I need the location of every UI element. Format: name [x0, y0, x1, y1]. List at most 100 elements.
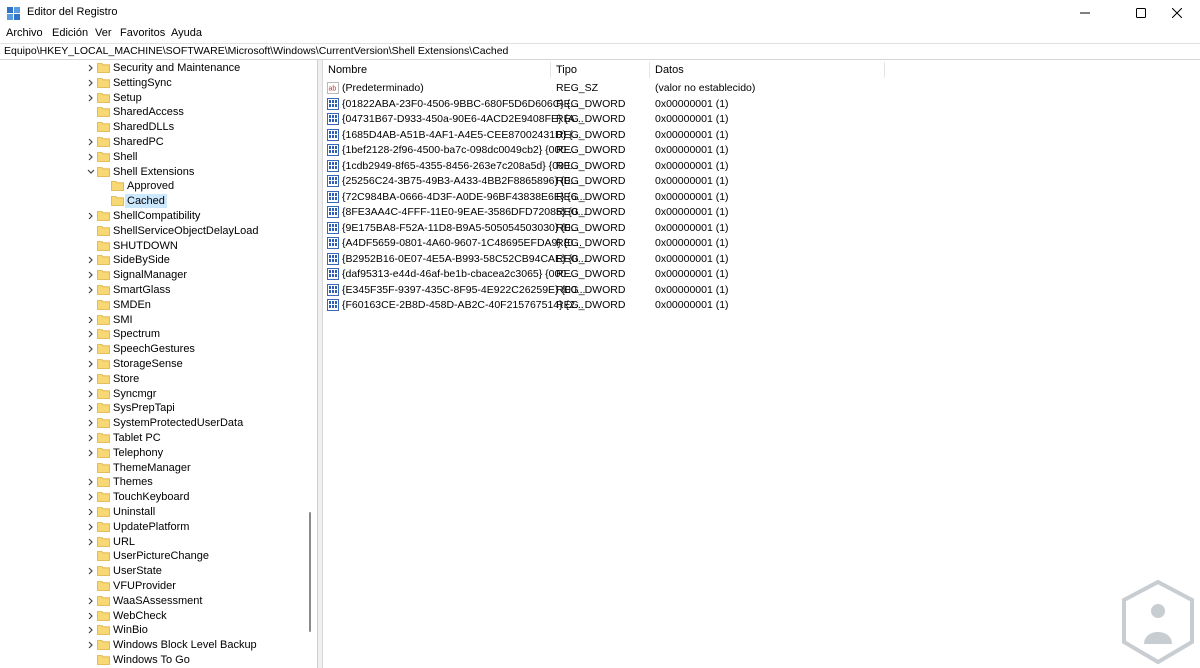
chevron-right-icon[interactable] — [86, 402, 96, 414]
tree-item[interactable]: StorageSense — [0, 357, 305, 371]
tree-item[interactable]: Uninstall — [0, 505, 305, 519]
tree-item[interactable]: URL — [0, 535, 305, 549]
tree-item[interactable]: SharedAccess — [0, 105, 305, 119]
tree-item[interactable]: Approved — [0, 179, 305, 193]
tree-item[interactable]: SystemProtectedUserData — [0, 416, 305, 430]
tree-item[interactable]: UpdatePlatform — [0, 520, 305, 534]
value-row[interactable]: {F60163CE-2B8D-458D-AB2C-40F215767514} {… — [323, 298, 1193, 314]
address-bar[interactable]: Equipo\HKEY_LOCAL_MACHINE\SOFTWARE\Micro… — [0, 43, 1200, 60]
value-row[interactable]: ab (Predeterminado) REG_SZ (valor no establ… — [323, 81, 1193, 97]
chevron-right-icon[interactable] — [86, 62, 96, 74]
chevron-right-icon[interactable] — [86, 328, 96, 340]
tree-item[interactable]: Telephony — [0, 446, 305, 460]
column-header-name[interactable]: Nombre — [323, 60, 550, 80]
tree-item[interactable]: UserState — [0, 564, 305, 578]
chevron-right-icon[interactable] — [86, 77, 96, 89]
value-row[interactable]: {1bef2128-2f96-4500-ba7c-098dc0049cb2} {… — [323, 143, 1193, 159]
tree-item[interactable]: SHUTDOWN — [0, 239, 305, 253]
address-path[interactable]: Equipo\HKEY_LOCAL_MACHINE\SOFTWARE\Micro… — [4, 45, 508, 57]
chevron-right-icon[interactable] — [86, 254, 96, 266]
tree-item[interactable]: SMDEn — [0, 298, 305, 312]
menu-ver[interactable]: Ver — [95, 27, 112, 39]
minimize-button[interactable] — [1062, 0, 1108, 26]
tree-item[interactable]: WaaSAssessment — [0, 594, 305, 608]
chevron-right-icon[interactable] — [86, 388, 96, 400]
tree-item[interactable]: SmartGlass — [0, 283, 305, 297]
column-header-type[interactable]: Tipo — [551, 60, 649, 80]
tree-item[interactable]: Windows Block Level Backup — [0, 638, 305, 652]
registry-tree[interactable]: Security and Maintenance SettingSync Setup… — [0, 60, 318, 668]
tree-item[interactable]: Cached — [0, 194, 305, 209]
tree-item[interactable]: Spectrum — [0, 327, 305, 341]
tree-item[interactable]: Shell Extensions — [0, 165, 305, 179]
value-row[interactable]: {04731B67-D933-450a-90E6-4ACD2E9408FE} {… — [323, 112, 1193, 128]
tree-item[interactable]: SharedPC — [0, 135, 305, 149]
tree-item[interactable]: Shell — [0, 150, 305, 164]
value-row[interactable]: {1685D4AB-A51B-4AF1-A4E5-CEE87002431D} {… — [323, 128, 1193, 144]
value-row[interactable]: {B2952B16-0E07-4E5A-B993-58C52CB94CAE} {… — [323, 252, 1193, 268]
values-list[interactable]: Nombre Tipo Datos ab (Predeterminado) REG_… — [323, 60, 1200, 668]
chevron-right-icon[interactable] — [86, 417, 96, 429]
value-row[interactable]: {daf95313-e44d-46af-be1b-cbacea2c3065} {… — [323, 267, 1193, 283]
chevron-right-icon[interactable] — [86, 210, 96, 222]
value-row[interactable]: {E345F35F-9397-435C-8F95-4E922C26259E} {… — [323, 283, 1193, 299]
chevron-right-icon[interactable] — [86, 521, 96, 533]
chevron-right-icon[interactable] — [86, 151, 96, 163]
tree-item[interactable]: SignalManager — [0, 268, 305, 282]
tree-scrollbar[interactable] — [309, 512, 311, 632]
column-divider[interactable] — [884, 62, 885, 78]
chevron-right-icon[interactable] — [86, 284, 96, 296]
menu-archivo[interactable]: Archivo — [6, 27, 43, 39]
chevron-right-icon[interactable] — [86, 447, 96, 459]
chevron-right-icon[interactable] — [86, 639, 96, 651]
tree-item[interactable]: SideBySide — [0, 253, 305, 267]
menu-edicion[interactable]: Edición — [52, 27, 88, 39]
tree-item[interactable]: WinBio — [0, 623, 305, 637]
menu-ayuda[interactable]: Ayuda — [171, 27, 202, 39]
tree-item[interactable]: TouchKeyboard — [0, 490, 305, 504]
tree-item[interactable]: SharedDLLs — [0, 120, 305, 134]
value-row[interactable]: {9E175BA8-F52A-11D8-B9A5-505054503030} {… — [323, 221, 1193, 237]
chevron-right-icon[interactable] — [86, 314, 96, 326]
tree-item[interactable]: ShellCompatibility — [0, 209, 305, 223]
chevron-right-icon[interactable] — [86, 136, 96, 148]
chevron-right-icon[interactable] — [86, 476, 96, 488]
tree-item[interactable]: Setup — [0, 91, 305, 105]
chevron-right-icon[interactable] — [86, 343, 96, 355]
tree-item[interactable]: ThemeManager — [0, 461, 305, 475]
chevron-right-icon[interactable] — [86, 624, 96, 636]
value-row[interactable]: {8FE3AA4C-4FFF-11E0-9EAE-3586DFD72085} {… — [323, 205, 1193, 221]
value-row[interactable]: {01822ABA-23F0-4506-9BBC-680F5D6D606C} {… — [323, 97, 1193, 113]
chevron-right-icon[interactable] — [86, 595, 96, 607]
chevron-right-icon[interactable] — [86, 92, 96, 104]
chevron-right-icon[interactable] — [86, 358, 96, 370]
tree-item[interactable]: Themes — [0, 475, 305, 489]
chevron-down-icon[interactable] — [86, 166, 96, 178]
tree-item[interactable]: ShellServiceObjectDelayLoad — [0, 224, 305, 238]
chevron-right-icon[interactable] — [86, 506, 96, 518]
chevron-right-icon[interactable] — [86, 373, 96, 385]
tree-item[interactable]: WebCheck — [0, 609, 305, 623]
value-row[interactable]: {25256C24-3B75-49B3-A433-4BB2F8865896} {… — [323, 174, 1193, 190]
tree-item[interactable]: Tablet PC — [0, 431, 305, 445]
tree-item[interactable]: SpeechGestures — [0, 342, 305, 356]
value-row[interactable]: {1cdb2949-8f65-4355-8456-263e7c208a5d} {… — [323, 159, 1193, 175]
tree-item[interactable]: SysPrepTapi — [0, 401, 305, 415]
close-button[interactable] — [1154, 0, 1200, 26]
chevron-right-icon[interactable] — [86, 432, 96, 444]
title-bar[interactable]: Editor del Registro — [0, 0, 1200, 26]
chevron-right-icon[interactable] — [86, 536, 96, 548]
tree-item[interactable]: SMI — [0, 313, 305, 327]
value-row[interactable]: {72C984BA-0666-4D3F-A0DE-96BF43838E6E} {… — [323, 190, 1193, 206]
tree-item[interactable]: SettingSync — [0, 76, 305, 90]
chevron-right-icon[interactable] — [86, 565, 96, 577]
column-header-data[interactable]: Datos — [650, 60, 884, 80]
tree-item[interactable]: Security and Maintenance — [0, 61, 305, 75]
tree-item[interactable]: Syncmgr — [0, 387, 305, 401]
tree-item[interactable]: VFUProvider — [0, 579, 305, 593]
tree-item[interactable]: Store — [0, 372, 305, 386]
menu-favoritos[interactable]: Favoritos — [120, 27, 165, 39]
tree-item[interactable]: Windows To Go — [0, 653, 305, 667]
value-row[interactable]: {A4DF5659-0801-4A60-9607-1C48695EFDA9} {… — [323, 236, 1193, 252]
chevron-right-icon[interactable] — [86, 491, 96, 503]
